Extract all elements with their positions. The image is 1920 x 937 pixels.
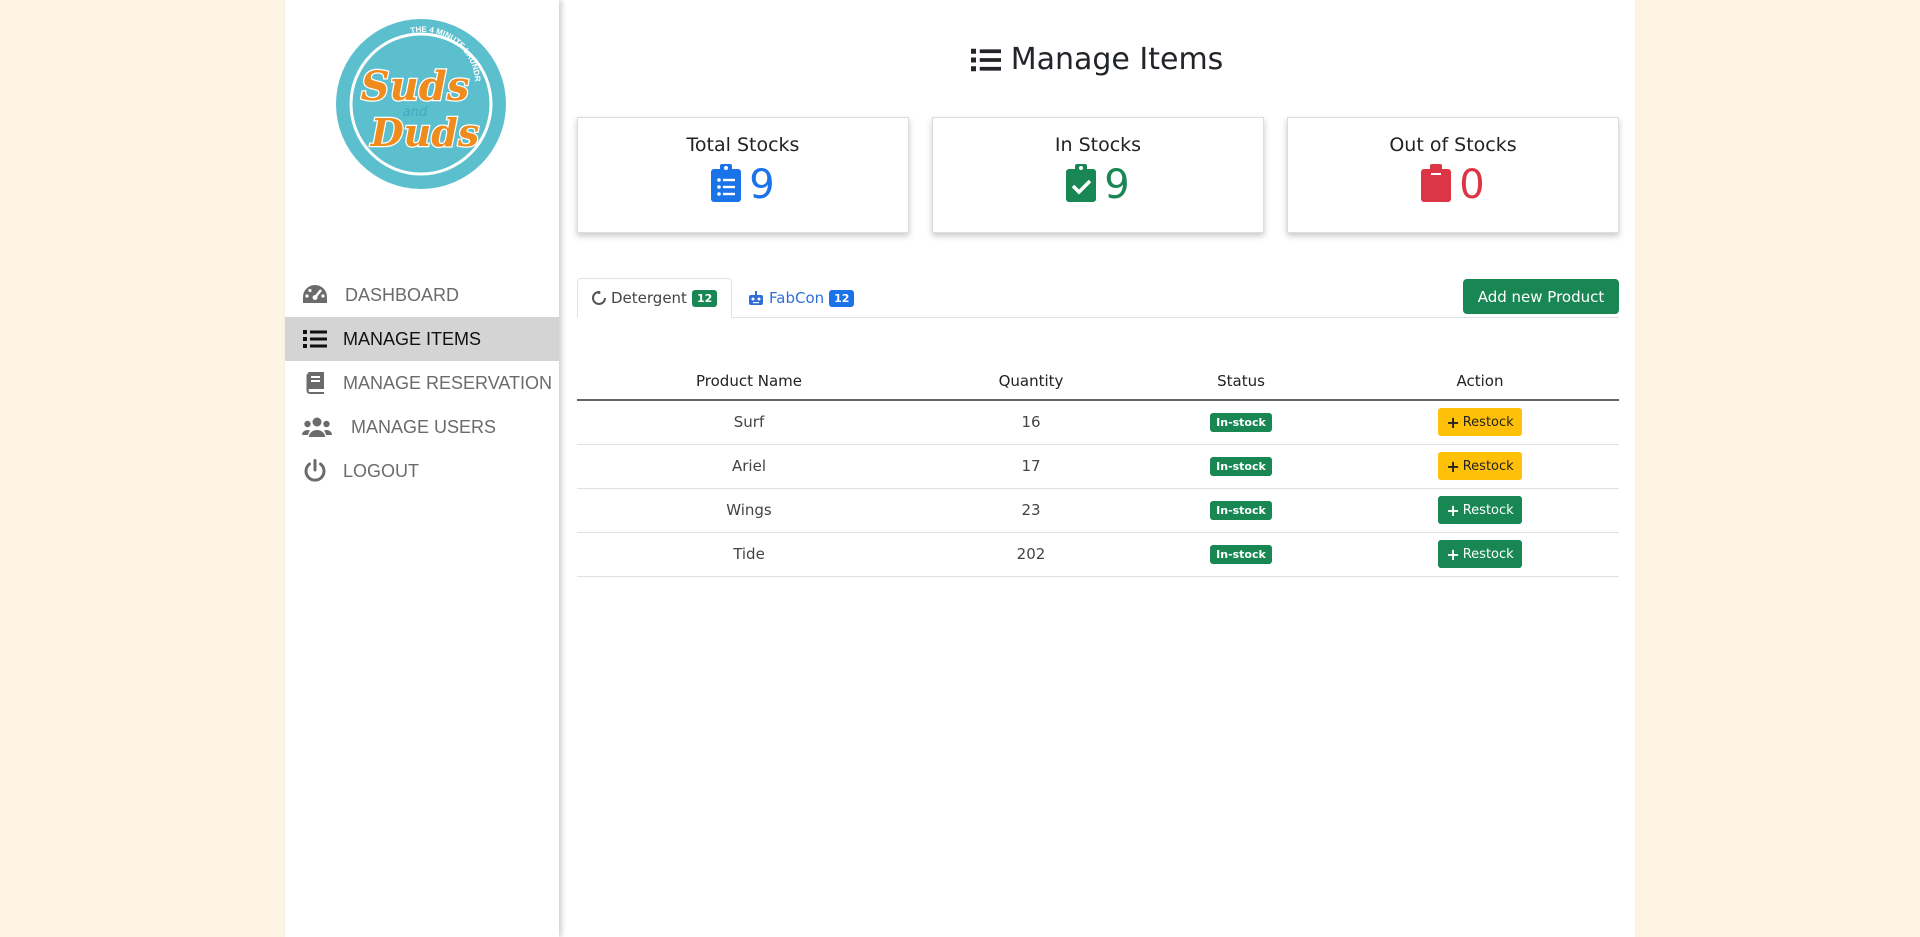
product-name: Surf [577,400,921,445]
list-icon [301,325,329,353]
column-header-status: Status [1141,362,1341,401]
restock-button[interactable]: + Restock [1438,496,1522,524]
card-value: 9 [1104,162,1130,208]
card-value: 0 [1459,162,1485,208]
card-title: In Stocks [1054,134,1142,156]
column-header-quantity: Quantity [921,362,1141,401]
product-quantity: 23 [921,488,1141,533]
table-row: Ariel 17 In-stock + Restock [577,444,1619,489]
sidebar-item-manage-users[interactable]: MANAGE USERS [285,405,559,449]
users-icon [301,413,333,441]
sidebar-item-manage-items[interactable]: MANAGE ITEMS [285,317,559,361]
clipboard-list-icon [711,164,742,206]
card-out-of-stocks: Out of Stocks 0 [1287,117,1619,233]
sidebar: THE 4 MINUTE LAUNDRY Suds and Duds DASHB… [285,0,559,937]
sidebar-item-dashboard[interactable]: DASHBOARD [285,273,559,317]
restock-button[interactable]: + Restock [1438,408,1522,437]
add-new-product-button[interactable]: Add new Product [1463,279,1619,314]
product-name: Wings [577,488,921,533]
clipboard-check-icon [1066,164,1097,206]
table-row: Surf 16 In-stock + Restock [577,400,1619,445]
restock-button[interactable]: + Restock [1438,540,1522,568]
status-badge: In-stock [1210,457,1272,476]
plus-icon: + [1446,500,1460,520]
plus-icon: + [1446,456,1460,476]
tab-label: FabCon [769,289,825,307]
card-total-stocks: Total Stocks 9 [577,117,909,233]
sidebar-item-label: DASHBOARD [345,284,460,305]
restock-button[interactable]: + Restock [1438,452,1522,480]
logo-word-duds: Duds [370,110,480,155]
spinner-icon [592,291,606,305]
status-badge: In-stock [1210,545,1272,564]
gauge-icon [301,281,329,309]
table-row: Wings 23 In-stock + Restock [577,488,1619,533]
product-name: Ariel [577,444,921,489]
page-title-text: Manage Items [1010,42,1224,77]
table-header-row: Product Name Quantity Status Action [577,362,1619,401]
sidebar-item-label: MANAGE USERS [351,416,497,437]
list-icon [970,47,1001,73]
sidebar-item-logout[interactable]: LOGOUT [285,449,559,493]
product-quantity: 202 [921,532,1141,577]
status-badge: In-stock [1210,501,1272,520]
restock-label: Restock [1462,414,1514,430]
tab-fabcon[interactable]: FabCon 12 [734,278,868,318]
tab-detergent[interactable]: Detergent 12 [577,278,733,318]
tab-count-badge: 12 [691,289,718,307]
column-header-product-name: Product Name [577,362,921,401]
products-table: Product Name Quantity Status Action Surf… [577,362,1619,577]
plus-icon: + [1446,544,1460,564]
card-value: 9 [749,162,775,208]
power-icon [301,457,329,485]
card-in-stocks: In Stocks 9 [932,117,1264,233]
card-title: Total Stocks [686,134,800,156]
status-badge: In-stock [1210,413,1272,433]
book-icon [301,369,329,397]
clipboard-icon [1421,164,1452,206]
table-row: Tide 202 In-stock + Restock [577,532,1619,577]
logo-word-suds: Suds [361,63,469,110]
sidebar-item-manage-reservation[interactable]: MANAGE RESERVATION [285,361,559,405]
robot-icon [748,291,764,305]
restock-label: Restock [1462,502,1514,518]
card-title: Out of Stocks [1389,134,1517,156]
main-content: Manage Items Total Stocks 9 In Stocks 9 … [559,0,1635,937]
suds-and-duds-logo[interactable]: THE 4 MINUTE LAUNDRY Suds and Duds [335,18,507,190]
product-quantity: 16 [921,400,1141,445]
sidebar-item-label: MANAGE ITEMS [343,328,482,349]
restock-label: Restock [1462,546,1514,562]
page-title: Manage Items [559,42,1635,77]
tab-count-badge: 12 [829,289,855,307]
product-name: Tide [577,532,921,577]
column-header-action: Action [1341,362,1619,401]
restock-label: Restock [1462,458,1514,474]
sidebar-item-label: LOGOUT [343,460,420,481]
sidebar-item-label: MANAGE RESERVATION [343,372,553,393]
sidebar-nav: DASHBOARD MANAGE ITEMS MANAGE RESERVATIO… [285,273,559,493]
tab-label: Detergent [611,289,687,307]
product-quantity: 17 [921,444,1141,489]
plus-icon: + [1446,412,1460,432]
